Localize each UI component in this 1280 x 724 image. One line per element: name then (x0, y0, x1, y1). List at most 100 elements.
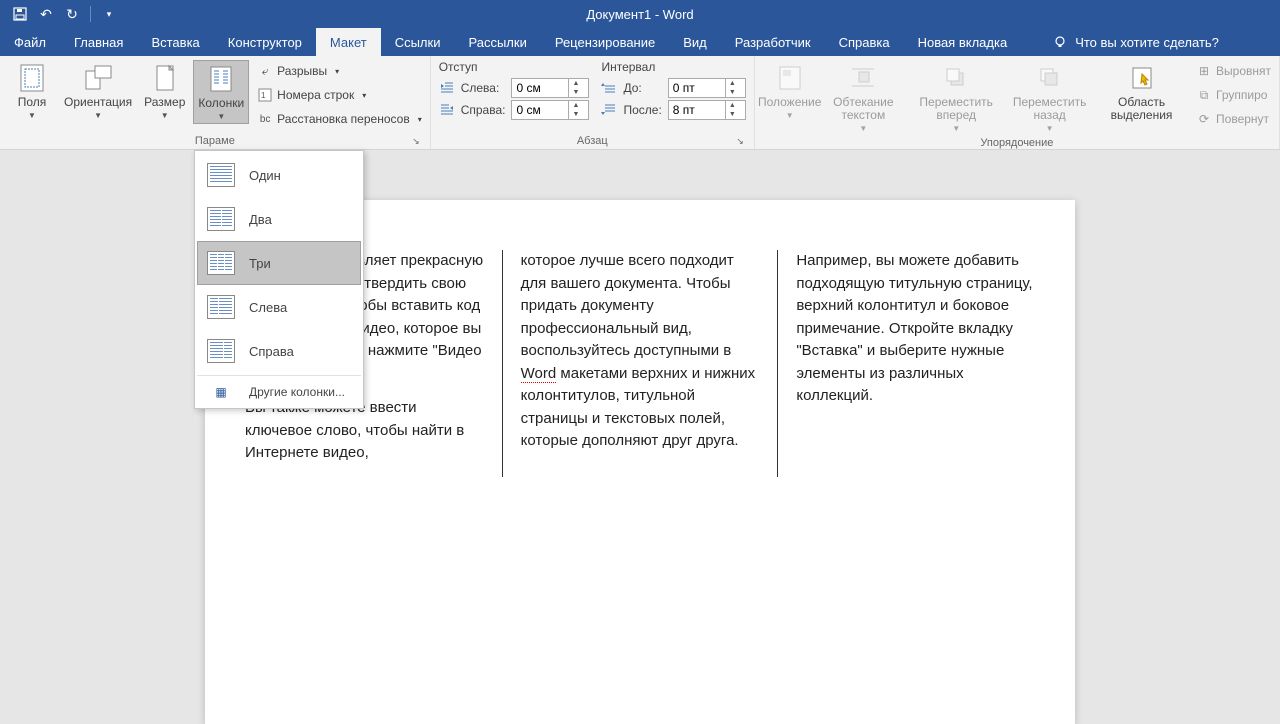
svg-text:1: 1 (261, 91, 266, 100)
spin-down[interactable]: ▼ (726, 88, 739, 97)
group-label-paragraph: Абзац (577, 135, 608, 147)
selection-pane-button[interactable]: Область выделения (1097, 60, 1186, 124)
line-numbers-button[interactable]: 1Номера строк▾ (257, 84, 422, 106)
tab-review[interactable]: Рецензирование (541, 28, 669, 56)
save-button[interactable] (8, 2, 32, 26)
rotate-button[interactable]: ⟳Повернут (1196, 108, 1271, 130)
align-button[interactable]: ⊞Выровнят (1196, 60, 1271, 82)
column-separator (502, 250, 503, 477)
chevron-down-icon: ▼ (94, 111, 102, 120)
breaks-button[interactable]: ⤶Разрывы▾ (257, 60, 422, 82)
tab-layout[interactable]: Макет (316, 28, 381, 56)
indent-left-icon (439, 80, 455, 96)
spacing-header: Интервал (601, 60, 745, 76)
group-label-page-setup: Параме (195, 135, 235, 147)
wrap-icon (847, 62, 879, 94)
column-separator (777, 250, 778, 477)
wrap-text-button[interactable]: Обтекание текстом▼ (821, 60, 907, 135)
paragraph-launcher[interactable]: ↘ (736, 136, 744, 147)
lightbulb-icon (1053, 35, 1067, 49)
quick-access-toolbar: ↶ ↻ ▾ (0, 2, 121, 26)
tab-references[interactable]: Ссылки (381, 28, 455, 56)
spin-up[interactable]: ▲ (569, 101, 582, 110)
spin-up[interactable]: ▲ (569, 79, 582, 88)
ribbon: Поля ▼ Ориентация ▼ Размер ▼ Колонки ▼ ⤶… (0, 56, 1280, 150)
tab-developer[interactable]: Разработчик (721, 28, 825, 56)
margins-icon (16, 62, 48, 94)
tab-insert[interactable]: Вставка (137, 28, 213, 56)
position-button[interactable]: Положение▼ (763, 60, 817, 122)
tab-help[interactable]: Справка (825, 28, 904, 56)
spin-down[interactable]: ▼ (569, 110, 582, 119)
indent-right-input[interactable]: ▲▼ (511, 100, 589, 120)
columns-option-left[interactable]: Слева (197, 285, 361, 329)
more-columns-icon: ▦ (207, 384, 235, 400)
size-button[interactable]: Размер ▼ (140, 60, 189, 122)
qat-customize[interactable]: ▾ (97, 2, 121, 26)
tab-view[interactable]: Вид (669, 28, 721, 56)
group-icon: ⧉ (1196, 87, 1212, 103)
qat-separator (90, 6, 91, 22)
paragraph[interactable]: Например, вы можете добавить подходящую … (796, 250, 1035, 408)
hyphenation-button[interactable]: bcРасстановка переносов▾ (257, 108, 422, 130)
spellcheck-word[interactable]: Word (521, 365, 557, 383)
spin-down[interactable]: ▼ (569, 88, 582, 97)
document-workspace: Видео предоставляет прекрасную возможнос… (0, 150, 1280, 724)
hyphenation-icon: bc (257, 111, 273, 127)
columns-option-one[interactable]: Один (197, 153, 361, 197)
group-label-arrange: Упорядочение (763, 135, 1271, 151)
columns-more-option[interactable]: ▦ Другие колонки... (197, 378, 361, 406)
page-setup-launcher[interactable]: ↘ (412, 136, 420, 147)
tab-new[interactable]: Новая вкладка (904, 28, 1022, 56)
tab-file[interactable]: Файл (0, 28, 60, 56)
ribbon-tabs: Файл Главная Вставка Конструктор Макет С… (0, 28, 1280, 56)
spacing-before-label: До: (623, 81, 661, 95)
columns-option-three[interactable]: Три (197, 241, 361, 285)
breaks-icon: ⤶ (257, 63, 273, 79)
chevron-down-icon: ▼ (217, 112, 225, 121)
spacing-before-icon (601, 80, 617, 96)
group-arrange: Положение▼ Обтекание текстом▼ Переместит… (755, 56, 1280, 149)
tell-me-label: Что вы хотите сделать? (1075, 35, 1219, 50)
paragraph[interactable]: которое лучше всего подходит для вашего … (521, 250, 760, 453)
indent-right-label: Справа: (461, 103, 506, 117)
spacing-after-icon (601, 102, 617, 118)
dropdown-separator (197, 375, 361, 376)
indent-header: Отступ (439, 60, 590, 76)
indent-left-label: Слева: (461, 81, 506, 95)
three-column-icon (207, 251, 235, 275)
spacing-before-input[interactable]: ▲▼ (668, 78, 746, 98)
column-2[interactable]: которое лучше всего подходит для вашего … (521, 250, 760, 477)
margins-button[interactable]: Поля ▼ (8, 60, 56, 122)
document-title: Документ1 - Word (586, 7, 693, 22)
tab-mailings[interactable]: Рассылки (454, 28, 540, 56)
bring-forward-button[interactable]: Переместить вперед▼ (910, 60, 1002, 135)
title-bar: ↶ ↻ ▾ Документ1 - Word (0, 0, 1280, 28)
chevron-down-icon: ▼ (28, 111, 36, 120)
indent-left-input[interactable]: ▲▼ (511, 78, 589, 98)
undo-button[interactable]: ↶ (34, 2, 58, 26)
columns-button[interactable]: Колонки ▼ (193, 60, 249, 124)
group-page-setup: Поля ▼ Ориентация ▼ Размер ▼ Колонки ▼ ⤶… (0, 56, 431, 149)
spin-up[interactable]: ▲ (726, 79, 739, 88)
line-numbers-icon: 1 (257, 87, 273, 103)
left-column-icon (207, 295, 235, 319)
group-objects-button[interactable]: ⧉Группиро (1196, 84, 1271, 106)
columns-option-two[interactable]: Два (197, 197, 361, 241)
orientation-button[interactable]: Ориентация ▼ (60, 60, 136, 122)
send-backward-button[interactable]: Переместить назад▼ (1006, 60, 1093, 135)
position-icon (774, 62, 806, 94)
orientation-icon (82, 62, 114, 94)
redo-button[interactable]: ↻ (60, 2, 84, 26)
chevron-down-icon: ▼ (161, 111, 169, 120)
tab-design[interactable]: Конструктор (214, 28, 316, 56)
spacing-after-input[interactable]: ▲▼ (668, 100, 746, 120)
size-icon (149, 62, 181, 94)
column-3[interactable]: Например, вы можете добавить подходящую … (796, 250, 1035, 477)
indent-right-icon (439, 102, 455, 118)
spin-up[interactable]: ▲ (726, 101, 739, 110)
tab-home[interactable]: Главная (60, 28, 137, 56)
tell-me[interactable]: Что вы хотите сделать? (1041, 28, 1231, 56)
columns-option-right[interactable]: Справа (197, 329, 361, 373)
spin-down[interactable]: ▼ (726, 110, 739, 119)
